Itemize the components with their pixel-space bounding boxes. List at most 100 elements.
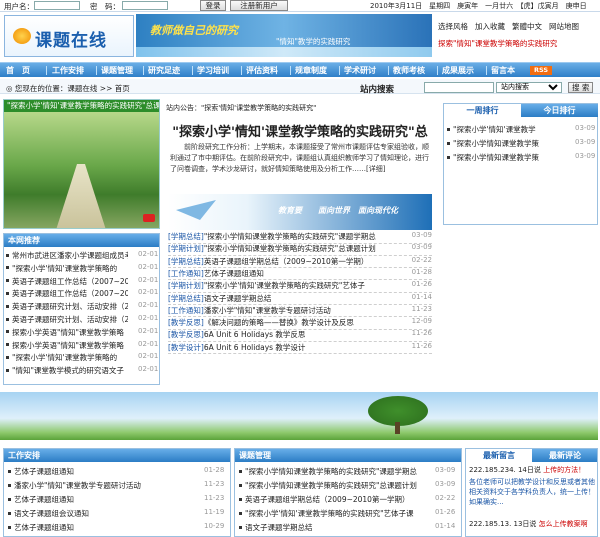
article-category[interactable]: [学期总结] <box>168 232 204 241</box>
manage-item[interactable]: 语文子课题学期总结 <box>239 522 427 533</box>
article-title[interactable]: "探索小学'情知'课堂教学策略的实践研究"艺体子 <box>204 281 365 290</box>
announcement[interactable]: 站内公告："探索'情知'课堂教学策略的实践研究" <box>166 103 426 113</box>
username-input[interactable] <box>34 1 80 10</box>
search-input[interactable] <box>424 82 494 93</box>
article-row[interactable]: [教学设计]6A Unit 6 Holidays 教学设计 11-26 <box>168 342 432 353</box>
rank-item[interactable]: "探索小学'情知'课堂教学 <box>447 124 567 135</box>
nav-assessment[interactable]: 评估资料 <box>246 65 278 76</box>
article-title[interactable]: 6A Unit 6 Holidays 教学反思 <box>204 330 306 339</box>
manage-item[interactable]: "探索小学情知课堂教学策略的实践研究"课题学期总 <box>239 466 427 477</box>
rank-item[interactable]: "探索小学情知课堂教学策 <box>447 138 567 149</box>
sitemap-link[interactable]: 网站地图 <box>549 22 579 31</box>
rank-item[interactable]: "探索小学情知课堂教学策 <box>447 152 567 163</box>
nav-seminar[interactable]: 学术研讨 <box>344 65 376 76</box>
article-category[interactable]: [教学设计] <box>168 343 204 352</box>
recommend-item-text[interactable]: 常州市武进区潘家小学课题组成员考 <box>12 251 128 260</box>
article-title[interactable]: "探索小学情知课堂教学策略的实践研究"课题学期总 <box>204 232 376 241</box>
recommend-item[interactable]: 探索小学英语"情知"课堂教学策略 <box>6 340 128 351</box>
tab-week-rank[interactable]: 一周排行 <box>444 104 521 117</box>
nav-teacher-eval[interactable]: 教师考核 <box>393 65 425 76</box>
recommend-item-text[interactable]: 探索小学英语"情知"课堂教学策略 <box>12 341 124 350</box>
work-item-text[interactable]: 潘家小学"情知"课堂教学专题研讨活动 <box>14 481 141 490</box>
slide-show[interactable]: "探索小学'情知'课堂教学策略的实践研究"总课 <box>3 99 160 229</box>
work-item-text[interactable]: 艺体子课题组通知 <box>14 495 74 504</box>
article-title[interactable]: "探索小学情知课堂教学策略的实践研究"总课题计划 <box>204 244 376 253</box>
manage-item-text[interactable]: "探索小学情知课堂教学策略的实践研究"课题学期总 <box>245 467 417 476</box>
article-title[interactable]: 艺体子课题组通知 <box>204 269 264 278</box>
manage-item[interactable]: 英语子课题组学期总结（2009~2010第一学期） <box>239 494 427 505</box>
work-item-text[interactable]: 艺体子课题组通知 <box>14 523 74 532</box>
article-row[interactable]: [教学反思]6A Unit 6 Holidays 教学反思 11-26 <box>168 329 432 340</box>
article-category[interactable]: [工作通知] <box>168 269 204 278</box>
article-row[interactable]: [学期计划]"探索小学情知课堂教学策略的实践研究"总课题计划 03-09 <box>168 243 432 254</box>
recommend-item[interactable]: 探索小学英语"情知"课堂教学策略 <box>6 327 128 338</box>
work-item[interactable]: 潘家小学"情知"课堂教学专题研讨活动 <box>8 480 196 491</box>
login-button[interactable]: 登录 <box>200 0 226 11</box>
article-title[interactable]: 英语子课题组学期总结（2009~2010第一学期） <box>204 257 368 266</box>
nav-home[interactable]: 首 页 <box>6 65 30 76</box>
breadcrumb[interactable]: ◎ 您现在的位置：课题在线 >> 首页 <box>6 83 130 94</box>
work-item[interactable]: 艺体子课题组通知 <box>8 466 196 477</box>
search-scope-select[interactable]: 站内搜索 <box>496 82 562 93</box>
article-row[interactable]: [工作通知]潘家小学"情知"课堂教学专题研讨活动 11-23 <box>168 305 432 316</box>
article-title[interactable]: 《解决问题的策略——替换》教学设计及反思 <box>204 318 354 327</box>
article-title[interactable]: 6A Unit 6 Holidays 教学设计 <box>204 343 306 352</box>
work-item[interactable]: 语文子课题组会议通知 <box>8 508 196 519</box>
recommend-item-text[interactable]: 英语子课题组工作总结（2007~2008第 <box>12 289 128 298</box>
article-title[interactable]: 语文子课题学期总结 <box>204 294 272 303</box>
nav-work[interactable]: 工作安排 <box>52 65 84 76</box>
favorite-link[interactable]: 加入收藏 <box>475 22 505 31</box>
article-title[interactable]: 潘家小学"情知"课堂教学专题研讨活动 <box>204 306 331 315</box>
recommend-item-text[interactable]: "情知"课堂教学模式的研究语文子 <box>12 366 124 375</box>
article-category[interactable]: [教学反思] <box>168 330 204 339</box>
recommend-item-text[interactable]: 英语子课题研究计划、活动安排（20 <box>12 315 128 324</box>
nav-rules[interactable]: 规章制度 <box>295 65 327 76</box>
work-item[interactable]: 艺体子课题组通知 <box>8 522 196 533</box>
manage-item-text[interactable]: 语文子课题学期总结 <box>245 523 313 532</box>
nav-training[interactable]: 学习培训 <box>197 65 229 76</box>
header-marquee[interactable]: 探索"情知"课堂教学策略的实践研究 <box>438 38 557 49</box>
article-category[interactable]: [工作通知] <box>168 306 204 315</box>
recommend-item[interactable]: 英语子课题组工作总结（2007~2008第 <box>6 288 128 299</box>
nav-footprint[interactable]: 研究足迹 <box>148 65 180 76</box>
manage-item[interactable]: "探索小学情知课堂教学策略的实践研究"总课题计划 <box>239 480 427 491</box>
recommend-item[interactable]: 英语子课题研究计划、活动安排（20 <box>6 314 128 325</box>
recommend-item[interactable]: 常州市武进区潘家小学课题组成员考 <box>6 250 128 261</box>
recommend-item-text[interactable]: 英语子课题组工作总结（2007~2008第 <box>12 277 128 286</box>
slide-caption[interactable]: "探索小学'情知'课堂教学策略的实践研究"总课 <box>4 100 159 112</box>
rank-item-text[interactable]: "探索小学'情知'课堂教学 <box>453 125 536 134</box>
article-row[interactable]: [教学反思]《解决问题的策略——替换》教学设计及反思 12-09 <box>168 317 432 328</box>
tab-today-rank[interactable]: 今日排行 <box>521 104 598 117</box>
article-category[interactable]: [学期计划] <box>168 244 204 253</box>
password-input[interactable] <box>122 1 168 10</box>
article-row[interactable]: [学期总结]语文子课题学期总结 01-14 <box>168 293 432 304</box>
site-logo[interactable]: 课题在线 <box>4 15 134 57</box>
article-row[interactable]: [学期计划]"探索小学'情知'课堂教学策略的实践研究"艺体子 01-26 <box>168 280 432 291</box>
message-1-body[interactable]: 各位老师可以把教学设计和反思或者其他相关资料交于各学科负责人，统一上传！如果确实… <box>469 477 595 517</box>
nav-results[interactable]: 成果展示 <box>442 65 474 76</box>
recommend-item-text[interactable]: 探索小学英语"情知"课堂教学策略 <box>12 328 124 337</box>
recommend-item[interactable]: "探索小学'情知'课堂教学策略的 <box>6 352 128 363</box>
article-row[interactable]: [学期总结]"探索小学情知课堂教学策略的实践研究"课题学期总 03-09 <box>168 231 432 242</box>
tab-latest-message[interactable]: 最新留言 <box>466 449 532 462</box>
manage-item-text[interactable]: 英语子课题组学期总结（2009~2010第一学期） <box>245 495 409 504</box>
work-item-text[interactable]: 艺体子课题组通知 <box>14 467 74 476</box>
recommend-item-text[interactable]: 英语子课题研究计划、活动安排（20 <box>12 302 128 311</box>
traditional-link[interactable]: 繁體中文 <box>512 22 542 31</box>
play-icon[interactable] <box>143 214 155 222</box>
recommend-item-text[interactable]: "探索小学'情知'课堂教学策略的 <box>12 264 117 273</box>
manage-item-text[interactable]: "探索小学'情知'课堂教学策略的实践研究"艺体子课 <box>245 509 414 518</box>
rank-item-text[interactable]: "探索小学情知课堂教学策 <box>453 139 539 148</box>
headline[interactable]: "探索小学'情知'课堂教学策略的实践研究"总 <box>166 121 434 140</box>
tab-latest-comment[interactable]: 最新评论 <box>532 449 597 462</box>
article-row[interactable]: [学期总结]英语子课题组学期总结（2009~2010第一学期） 02-22 <box>168 256 432 267</box>
style-link[interactable]: 选择风格 <box>438 22 468 31</box>
register-button[interactable]: 注册新用户 <box>230 0 288 11</box>
recommend-item[interactable]: 英语子课题研究计划、活动安排（20 <box>6 301 128 312</box>
recommend-item[interactable]: 英语子课题组工作总结（2007~2008第 <box>6 276 128 287</box>
rank-item-text[interactable]: "探索小学情知课堂教学策 <box>453 153 539 162</box>
search-button[interactable]: 搜 索 <box>568 82 594 93</box>
work-item-text[interactable]: 语文子课题组会议通知 <box>14 509 89 518</box>
nav-manage[interactable]: 课题管理 <box>101 65 133 76</box>
article-category[interactable]: [学期计划] <box>168 281 204 290</box>
